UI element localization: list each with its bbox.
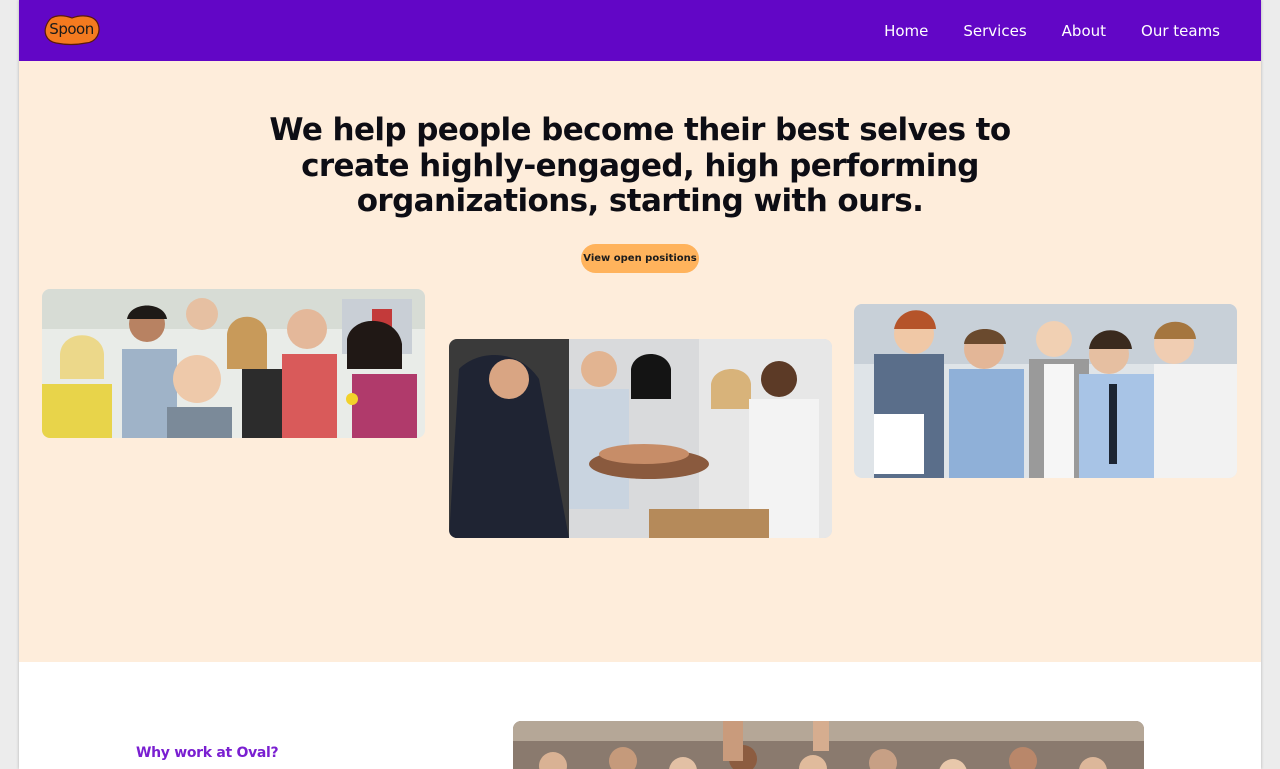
hands-together-photo	[449, 339, 832, 538]
crowd-photo	[513, 721, 1144, 769]
logo[interactable]: Spoon	[42, 12, 101, 46]
nav-home[interactable]: Home	[884, 22, 928, 40]
team-meeting-photo	[854, 304, 1237, 478]
nav-services[interactable]: Services	[963, 22, 1026, 40]
main-nav: Home Services About Our teams	[884, 0, 1220, 61]
site-header: Spoon Home Services About Our teams	[19, 0, 1261, 61]
view-open-positions-button[interactable]: View open positions	[581, 244, 699, 273]
hero-section: We help people become their best selves …	[19, 61, 1261, 662]
nav-about[interactable]: About	[1062, 22, 1106, 40]
logo-text: Spoon	[49, 20, 94, 38]
why-section: Why work at Oval?	[19, 662, 1261, 769]
hero-title: We help people become their best selves …	[269, 112, 1011, 219]
why-work-heading: Why work at Oval?	[136, 745, 279, 761]
team-group-photo	[42, 289, 425, 438]
page-frame: Spoon Home Services About Our teams We h…	[19, 0, 1261, 769]
nav-our-teams[interactable]: Our teams	[1141, 22, 1220, 40]
